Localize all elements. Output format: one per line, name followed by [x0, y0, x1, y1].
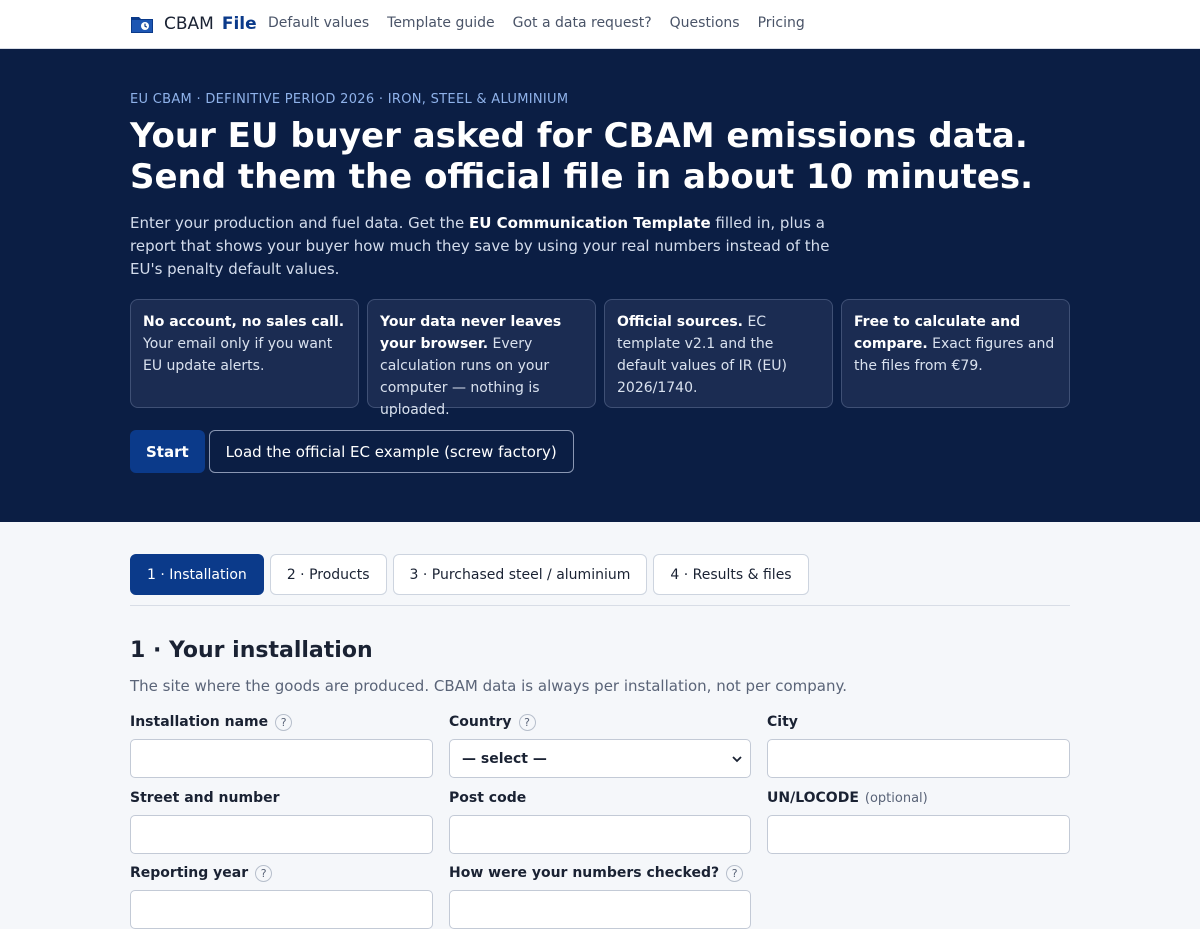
tabs-divider — [130, 605, 1070, 606]
city-field: City — [767, 712, 1070, 778]
verification-label: How were your numbers checked?? — [449, 863, 752, 883]
help-icon[interactable]: ? — [518, 713, 536, 731]
optional-note: (optional) — [864, 790, 928, 806]
feature-card-official-sources: Official sources. EC template v2.1 and t… — [604, 299, 833, 408]
field-label-text: Country — [449, 714, 512, 730]
help-icon[interactable]: ? — [726, 864, 744, 882]
installation-name-input[interactable] — [130, 739, 433, 778]
unlocode-field: UN/LOCODE (optional) — [767, 788, 1070, 854]
postcode-field: Post code — [449, 788, 752, 854]
hero-lead: Enter your production and fuel data. Get… — [130, 212, 860, 281]
reporting-year-input[interactable] — [130, 890, 433, 929]
country-label: Country? — [449, 712, 752, 732]
field-label-text: Street and number — [130, 790, 280, 806]
city-label: City — [767, 712, 1070, 732]
nav-link-pricing[interactable]: Pricing — [758, 13, 805, 33]
feature-card-text: Your email only if you want EU update al… — [143, 336, 333, 374]
hero-title-line-1: Your EU buyer asked for CBAM emissions d… — [130, 116, 1028, 156]
nav-links: Default values Template guide Got a data… — [268, 13, 823, 33]
section-subtitle: The site where the goods are produced. C… — [130, 677, 847, 695]
unlocode-input[interactable] — [767, 815, 1070, 854]
hero-title: Your EU buyer asked for CBAM emissions d… — [130, 116, 1090, 198]
hero-section: EU CBAM · DEFINITIVE PERIOD 2026 · IRON,… — [0, 49, 1200, 522]
hero-eyebrow: EU CBAM · DEFINITIVE PERIOD 2026 · IRON,… — [130, 92, 569, 107]
folder-clock-icon — [131, 17, 153, 33]
field-label-text: UN/LOCODE — [767, 790, 859, 806]
country-select-value: — select — — [462, 750, 547, 767]
installation-name-label: Installation name? — [130, 712, 433, 732]
nav-link-default-values[interactable]: Default values — [268, 13, 369, 33]
feature-card-pricing: Free to calculate and compare. Exact fig… — [841, 299, 1070, 408]
field-label-text: Post code — [449, 790, 527, 806]
brand-logo[interactable]: CBAM File — [130, 12, 257, 36]
help-icon[interactable]: ? — [275, 713, 293, 731]
feature-card-heading: Official sources. — [617, 314, 743, 330]
brand-name-accent: File — [221, 14, 257, 34]
street-input[interactable] — [130, 815, 433, 854]
start-button[interactable]: Start — [130, 430, 205, 473]
section-title: 1 · Your installation — [130, 638, 373, 663]
installation-name-field: Installation name? — [130, 712, 433, 778]
country-select[interactable]: — select — — [449, 739, 751, 778]
reporting-year-field: Reporting year? — [130, 863, 433, 929]
hero-actions: Start Load the official EC example (scre… — [130, 430, 574, 473]
verification-field: How were your numbers checked?? — [449, 863, 752, 929]
street-field: Street and number — [130, 788, 433, 854]
feature-card-no-account: No account, no sales call. Your email on… — [130, 299, 359, 408]
hero-lead-text: Enter your production and fuel data. Get… — [130, 214, 469, 232]
feature-card-heading: Your data never leaves your browser. — [380, 314, 562, 352]
chevron-down-icon — [732, 755, 742, 762]
nav-link-data-request[interactable]: Got a data request? — [513, 13, 652, 33]
tab-purchased-materials[interactable]: 3 · Purchased steel / aluminium — [392, 554, 648, 595]
tab-installation[interactable]: 1 · Installation — [130, 554, 264, 595]
hero-lead-highlight: EU Communication Template — [469, 214, 711, 232]
feature-cards: No account, no sales call. Your email on… — [130, 299, 1078, 418]
country-field: Country? — select — — [449, 712, 752, 778]
field-label-text: City — [767, 714, 798, 730]
load-example-button[interactable]: Load the official EC example (screw fact… — [208, 430, 574, 473]
feature-card-heading: No account, no sales call. — [143, 314, 345, 330]
field-label-text: Installation name — [130, 714, 269, 730]
hero-title-line-2: Send them the official file in about 10 … — [130, 157, 1034, 197]
city-input[interactable] — [767, 739, 1070, 778]
top-navigation: CBAM File Default values Template guide … — [0, 0, 1200, 49]
tab-results-files[interactable]: 4 · Results & files — [653, 554, 809, 595]
nav-link-template-guide[interactable]: Template guide — [387, 13, 494, 33]
street-label: Street and number — [130, 788, 433, 808]
feature-card-privacy: Your data never leaves your browser. Eve… — [367, 299, 596, 418]
postcode-label: Post code — [449, 788, 752, 808]
reporting-year-label: Reporting year? — [130, 863, 433, 883]
brand-name: CBAM — [164, 14, 214, 34]
tab-products[interactable]: 2 · Products — [269, 554, 387, 595]
unlocode-label: UN/LOCODE (optional) — [767, 788, 1070, 808]
help-icon[interactable]: ? — [255, 864, 273, 882]
field-label-text: How were your numbers checked? — [449, 865, 720, 881]
verification-input[interactable] — [449, 890, 751, 929]
step-tabs: 1 · Installation 2 · Products 3 · Purcha… — [130, 554, 815, 595]
field-label-text: Reporting year — [130, 865, 249, 881]
postcode-input[interactable] — [449, 815, 751, 854]
nav-link-questions[interactable]: Questions — [670, 13, 740, 33]
